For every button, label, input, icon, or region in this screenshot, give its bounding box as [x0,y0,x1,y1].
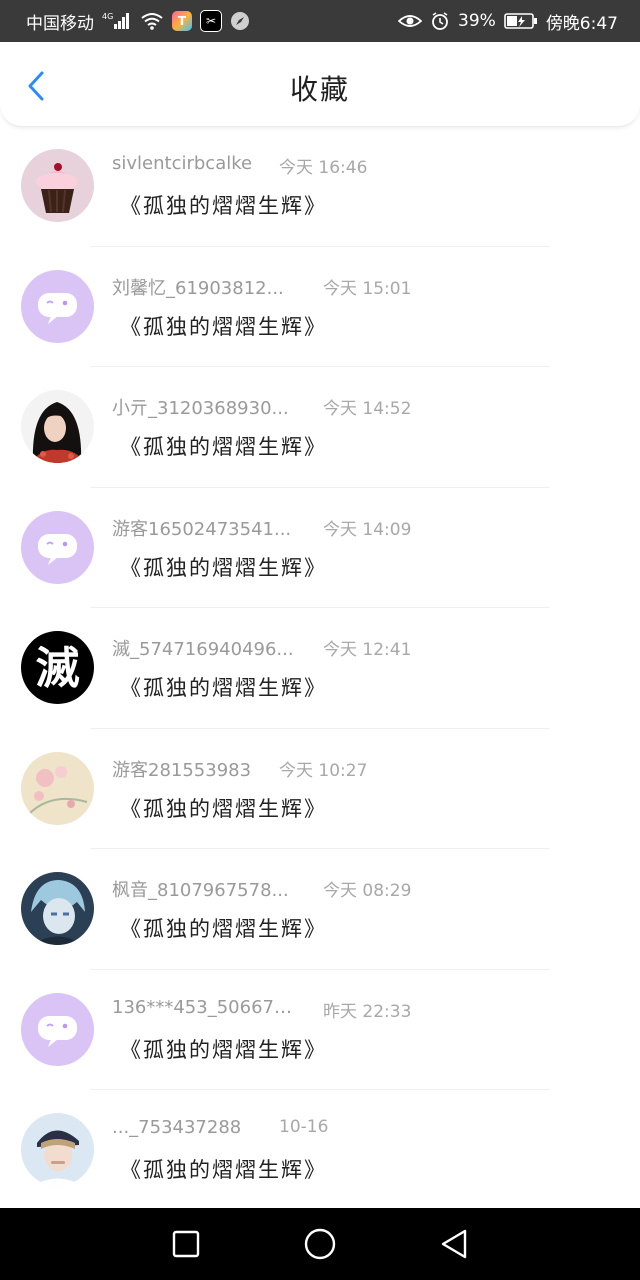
favorites-list: sivlentcirbcalke 今天 16:46 《孤独的熠熠生辉》 刘馨忆_619… [0,126,640,1211]
header-bar: 收藏 [0,42,640,127]
timestamp: 今天 14:52 [323,399,412,419]
favorite-title: 《孤独的熠熠生辉》 [120,555,327,580]
avatar[interactable] [21,751,94,825]
avatar[interactable] [21,390,94,463]
timestamp: 今天 08:29 [323,881,412,901]
signal-icon: 4G [102,12,132,30]
favorite-title: 《孤独的熠熠生辉》 [120,796,327,821]
page-title: 收藏 [289,73,350,106]
list-item[interactable]: 游客16502473541... 今天 14:09 《孤独的熠熠生辉》 [0,488,640,608]
eye-icon [398,13,423,29]
user-name: 游客16502473541... [112,518,292,540]
capcut-icon: ✂ [200,10,222,32]
user-name: 刘馨忆_61903812... [112,277,284,299]
favorite-title: 《孤独的熠熠生辉》 [120,435,327,459]
list-item[interactable]: ..._753437288 10-16 《孤独的熠熠生辉》 [0,1090,640,1211]
user-name: 枫音_8107967578... [112,880,289,901]
list-item[interactable]: 枫音_8107967578... 今天 08:29 《孤独的熠熠生辉》 [0,849,640,970]
network-type: 4G [102,12,113,21]
circle-icon [304,1228,336,1260]
wifi-icon [140,12,164,30]
list-item[interactable]: sivlentcirbcalke 今天 16:46 《孤独的熠熠生辉》 [0,126,640,247]
status-left: 中国移动 4G T ✂ [26,9,250,34]
list-item[interactable]: 小亓_3120368930... 今天 14:52 《孤独的熠熠生辉》 [0,367,640,488]
battery-icon [504,12,538,30]
list-item[interactable]: 刘馨忆_61903812... 今天 15:01 《孤独的熠熠生辉》 [0,247,640,367]
favorite-title: 《孤独的熠熠生辉》 [120,1158,327,1182]
user-name: sivlentcirbcalke [112,153,253,174]
timestamp: 10-16 [279,1117,329,1137]
favorite-title: 《孤独的熠熠生辉》 [120,314,327,339]
timestamp: 今天 10:27 [279,760,368,781]
timestamp: 昨天 22:33 [323,1001,412,1022]
status-right: 39% 傍晚6:47 [398,9,618,34]
recent-apps-button[interactable] [168,1226,204,1262]
app-notification-icon: T [172,11,192,31]
avatar[interactable] [21,269,94,343]
timestamp: 今天 15:01 [323,278,412,299]
favorite-title: 《孤独的熠熠生辉》 [120,676,327,700]
list-item[interactable]: 滅 滅_574716940496... 今天 12:41 《孤独的熠熠生辉》 [0,608,640,729]
favorite-title: 《孤独的熠熠生辉》 [120,194,327,218]
alarm-icon [430,11,450,31]
favorite-title: 《孤独的熠熠生辉》 [120,917,327,941]
timestamp: 今天 16:46 [279,158,368,178]
favorite-title: 《孤独的熠熠生辉》 [120,1037,327,1062]
timestamp: 今天 12:41 [323,640,412,660]
triangle-back-icon [441,1229,467,1259]
avatar[interactable] [21,510,94,584]
avatar[interactable] [21,149,94,222]
clock-time: 傍晚6:47 [545,13,618,34]
list-item[interactable]: 136***453_506672... 昨天 22:33 《孤独的熠熠生辉》 [0,970,640,1090]
avatar[interactable]: 滅 [21,631,94,704]
home-button[interactable] [302,1226,338,1262]
compass-icon [230,11,250,31]
user-name: 游客281553983 [112,759,252,781]
status-bar: 中国移动 4G T ✂ 39% 傍晚6:47 [0,0,640,42]
user-name: 136***453_506672... [112,996,302,1018]
avatar[interactable] [21,1113,94,1186]
battery-percent: 39% [458,11,496,31]
avatar[interactable] [21,992,94,1066]
list-item[interactable]: 游客281553983 今天 10:27 《孤独的熠熠生辉》 [0,729,640,849]
square-icon [172,1230,200,1258]
svg-text:滅: 滅 [36,643,80,694]
user-name: 小亓_3120368930... [112,398,289,419]
avatar[interactable] [21,872,94,945]
carrier-name: 中国移动 [26,13,94,34]
nav-back-button[interactable] [436,1226,472,1262]
system-nav-bar [0,1208,640,1280]
user-name: 滅_574716940496... [112,639,294,660]
user-name: ..._753437288 [112,1117,242,1138]
timestamp: 今天 14:09 [323,519,412,540]
